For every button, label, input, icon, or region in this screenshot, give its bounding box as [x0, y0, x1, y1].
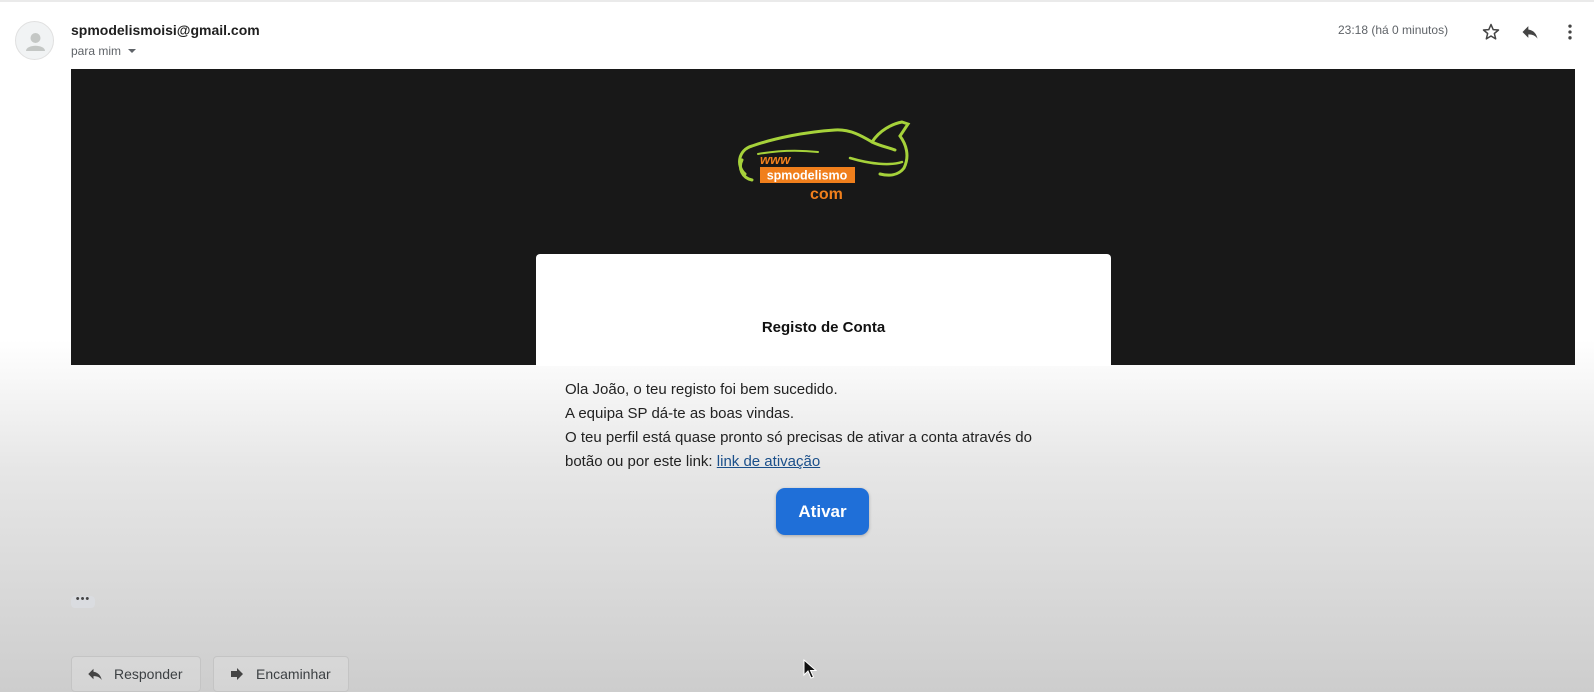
star-icon [1482, 23, 1500, 40]
body-line-profile: O teu perfil está quase pronto só precis… [565, 429, 1032, 446]
body-link-prefix: botão ou por este link: [565, 453, 713, 470]
person-icon [26, 33, 45, 51]
activation-link[interactable]: link de ativação [717, 453, 820, 470]
star-button[interactable] [1477, 18, 1505, 46]
forward-label: Encaminhar [256, 666, 331, 682]
sender-avatar[interactable] [15, 21, 54, 60]
body-line-welcome: A equipa SP dá-te as boas vindas. [565, 405, 795, 422]
reply-footer-button[interactable]: Responder [71, 656, 201, 692]
reply-icon [88, 668, 102, 680]
email-body: Ola João, o teu registo foi bem sucedido… [565, 378, 1085, 474]
sender-email[interactable]: spmodelismoisi@gmail.com [71, 22, 260, 38]
email-card [536, 254, 1111, 366]
body-line-link: botão ou por este link: link de ativação [565, 450, 1085, 474]
show-trimmed-content-button[interactable]: ••• [71, 594, 95, 608]
logo-com-text: com [810, 186, 843, 203]
more-options-button[interactable] [1556, 18, 1584, 46]
forward-footer-button[interactable]: Encaminhar [213, 656, 349, 692]
activate-button[interactable]: Ativar [776, 488, 869, 535]
mouse-cursor-icon [803, 659, 817, 679]
forward-icon [231, 668, 243, 680]
timestamp: 23:18 (há 0 minutos) [1338, 23, 1449, 37]
dropdown-arrow-icon[interactable] [127, 46, 137, 56]
recipient-details[interactable]: para mim [71, 44, 137, 58]
email-title: Registo de Conta [761, 319, 886, 336]
logo-www-text: www [760, 152, 791, 167]
logo-name-text: spmodelismo [767, 169, 848, 183]
top-divider [0, 0, 1594, 2]
more-vert-icon [1568, 24, 1572, 40]
recipient-label: para mim [71, 44, 122, 58]
spmodelismo-logo: www spmodelismo com [738, 120, 911, 203]
body-line-greeting: Ola João, o teu registo foi bem sucedido… [565, 381, 838, 398]
reply-icon [1522, 26, 1538, 39]
reply-button[interactable] [1516, 18, 1544, 46]
reply-label: Responder [114, 666, 183, 682]
